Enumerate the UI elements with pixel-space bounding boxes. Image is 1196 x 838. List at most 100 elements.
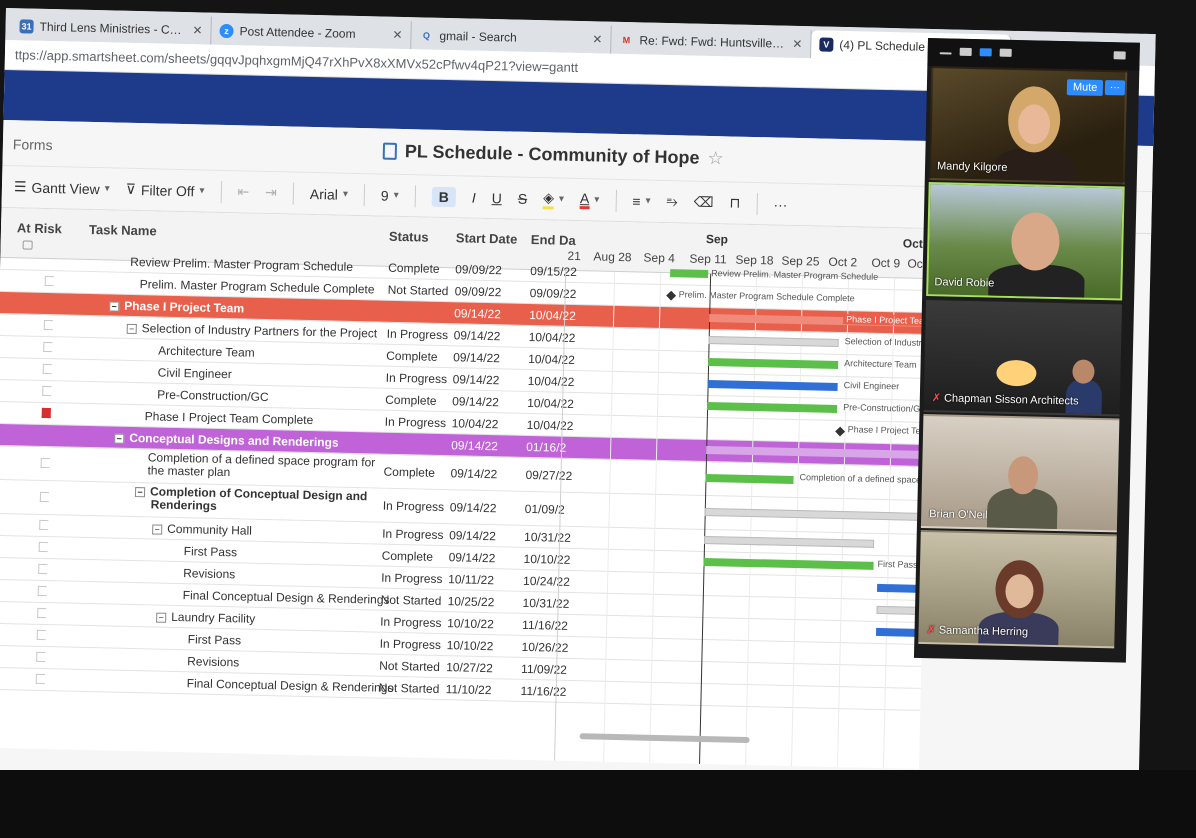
align-button[interactable]: ≡ ▾	[632, 193, 651, 209]
column-header-start-date[interactable]: Start Date	[456, 230, 518, 246]
status-cell[interactable]: Not Started	[379, 659, 440, 674]
at-risk-flag-icon[interactable]	[39, 491, 50, 503]
status-cell[interactable]: In Progress	[385, 415, 447, 430]
task-name-cell[interactable]: First Pass	[188, 632, 242, 647]
bold-button[interactable]: B	[431, 186, 457, 207]
collapse-icon[interactable]: −	[134, 487, 146, 498]
start-date-cell[interactable]: 10/27/22	[446, 660, 493, 675]
start-date-cell[interactable]: 09/09/22	[455, 262, 502, 277]
outdent-button[interactable]: ⇤	[237, 183, 249, 200]
task-name-cell[interactable]: Revisions	[187, 654, 239, 669]
start-date-cell[interactable]: 10/10/22	[446, 638, 493, 653]
fill-color-button[interactable]: ◈ ▾	[542, 188, 564, 209]
task-name-cell[interactable]: Final Conceptual Design & Renderings	[187, 676, 394, 695]
collapse-icon[interactable]: −	[114, 433, 125, 444]
gantt-view-dropdown[interactable]: ☰ Gantt View ▾	[14, 178, 110, 197]
status-cell[interactable]: In Progress	[382, 527, 444, 542]
at-risk-flag-icon[interactable]	[38, 563, 48, 575]
task-name-cell[interactable]: Completion of a defined space program fo…	[147, 450, 375, 482]
video-tile[interactable]: Brian O'Neil	[920, 413, 1120, 533]
gantt-bar[interactable]	[670, 269, 709, 278]
strikethrough-button[interactable]: S	[518, 190, 528, 206]
gantt-bar-conceptual[interactable]	[706, 445, 928, 460]
task-name-cell[interactable]: − Completion of Conceptual Design and Rend…	[134, 484, 368, 516]
video-tile[interactable]: ✗ Samantha Herring	[918, 529, 1117, 649]
task-name-cell[interactable]: Final Conceptual Design & Renderings	[183, 588, 390, 607]
gantt-bar[interactable]	[708, 336, 839, 347]
task-name-cell[interactable]: − Conceptual Designs and Renderings	[114, 431, 339, 450]
gantt-bar[interactable]	[704, 535, 875, 548]
favorite-star-icon[interactable]: ☆	[707, 148, 724, 169]
font-size-dropdown[interactable]: 9 ▾	[381, 187, 399, 203]
start-date-cell[interactable]: 10/25/22	[447, 594, 494, 609]
start-date-cell[interactable]: 09/09/22	[455, 284, 502, 299]
start-date-cell[interactable]: 09/14/22	[449, 528, 496, 543]
status-cell[interactable]: In Progress	[381, 571, 443, 586]
start-date-cell[interactable]: 09/14/22	[452, 394, 499, 409]
clear-format-button[interactable]: ⌫	[694, 194, 714, 211]
status-cell[interactable]: Complete	[388, 261, 440, 276]
status-cell[interactable]: In Progress	[380, 637, 442, 652]
at-risk-flag-icon[interactable]	[39, 519, 49, 531]
italic-button[interactable]: I	[472, 189, 476, 205]
status-cell[interactable]: Complete	[386, 349, 438, 364]
format-painter-button[interactable]: ⊓	[729, 194, 740, 211]
collapse-icon[interactable]: −	[156, 612, 167, 623]
tab-zoom[interactable]: z Post Attendee - Zoom ✕	[211, 16, 412, 50]
exit-minimized-icon[interactable]	[1113, 51, 1126, 60]
close-icon[interactable]: ✕	[592, 32, 602, 46]
start-date-cell[interactable]: 09/14/22	[454, 328, 501, 343]
tab-calendar[interactable]: 31 Third Lens Ministries - Calen ✕	[11, 12, 212, 45]
at-risk-flag-icon[interactable]	[35, 673, 45, 685]
column-header-task-name[interactable]: Task Name	[89, 222, 157, 239]
collapse-icon[interactable]: −	[109, 301, 120, 312]
task-name-cell[interactable]: Prelim. Master Program Schedule Complete	[140, 277, 375, 296]
at-risk-flag-icon[interactable]	[44, 275, 54, 287]
start-date-cell[interactable]: 09/14/22	[448, 550, 495, 565]
at-risk-flag-icon[interactable]	[36, 651, 46, 663]
filter-dropdown[interactable]: ⊽ Filter Off ▾	[126, 181, 205, 200]
close-icon[interactable]: ✕	[792, 37, 802, 51]
task-name-cell[interactable]: Architecture Team	[158, 344, 255, 360]
collapse-icon[interactable]: −	[126, 323, 137, 335]
at-risk-flag-icon[interactable]	[43, 319, 53, 331]
at-risk-flag-icon[interactable]	[36, 629, 46, 641]
start-date-cell[interactable]: 10/10/22	[447, 616, 494, 631]
start-date-cell[interactable]: 09/14/22	[453, 372, 500, 387]
start-date-cell[interactable]: 09/14/22	[453, 350, 500, 365]
task-name-cell[interactable]: First Pass	[184, 544, 238, 559]
gantt-bar[interactable]	[708, 358, 839, 369]
at-risk-flag-icon[interactable]	[42, 385, 52, 397]
forms-link[interactable]: Forms	[13, 136, 53, 153]
at-risk-flag-icon[interactable]	[37, 607, 47, 619]
column-header-at-risk[interactable]: At Risk	[17, 220, 62, 236]
start-date-cell[interactable]: 10/04/22	[452, 416, 499, 431]
gantt-bar[interactable]	[704, 507, 926, 521]
status-cell[interactable]: Not Started	[388, 283, 449, 298]
status-cell[interactable]: In Progress	[380, 615, 442, 630]
at-risk-flag-icon[interactable]	[43, 341, 53, 353]
start-date-cell[interactable]: 09/14/22	[450, 466, 497, 481]
start-date-cell[interactable]: 11/10/22	[446, 682, 492, 697]
close-icon[interactable]: ✕	[192, 23, 202, 37]
close-icon[interactable]: ✕	[392, 28, 402, 42]
font-family-dropdown[interactable]: Arial ▾	[310, 185, 348, 202]
collapse-icon[interactable]: −	[152, 524, 163, 535]
at-risk-flag-icon[interactable]	[42, 363, 52, 375]
gantt-bar[interactable]	[705, 473, 794, 484]
speaker-view-icon[interactable]	[959, 47, 972, 56]
task-name-cell[interactable]: Phase I Project Team Complete	[145, 409, 314, 427]
at-risk-flag-icon[interactable]	[38, 541, 48, 553]
gantt-bar[interactable]	[707, 380, 838, 391]
minimize-icon[interactable]	[939, 52, 952, 55]
more-options-button[interactable]: ···	[1104, 80, 1126, 96]
gallery-view-icon[interactable]	[999, 48, 1012, 57]
status-cell[interactable]: Not Started	[381, 593, 442, 608]
wrap-text-button[interactable]: ⥱	[666, 193, 678, 210]
underline-button[interactable]: U	[492, 190, 502, 206]
tab-gmail-search[interactable]: Q gmail - Search ✕	[411, 21, 612, 54]
start-date-cell[interactable]: 09/14/22	[451, 438, 498, 453]
at-risk-flag-icon[interactable]	[37, 585, 47, 597]
column-header-status[interactable]: Status	[389, 229, 429, 245]
more-options-button[interactable]: ···	[773, 196, 787, 212]
